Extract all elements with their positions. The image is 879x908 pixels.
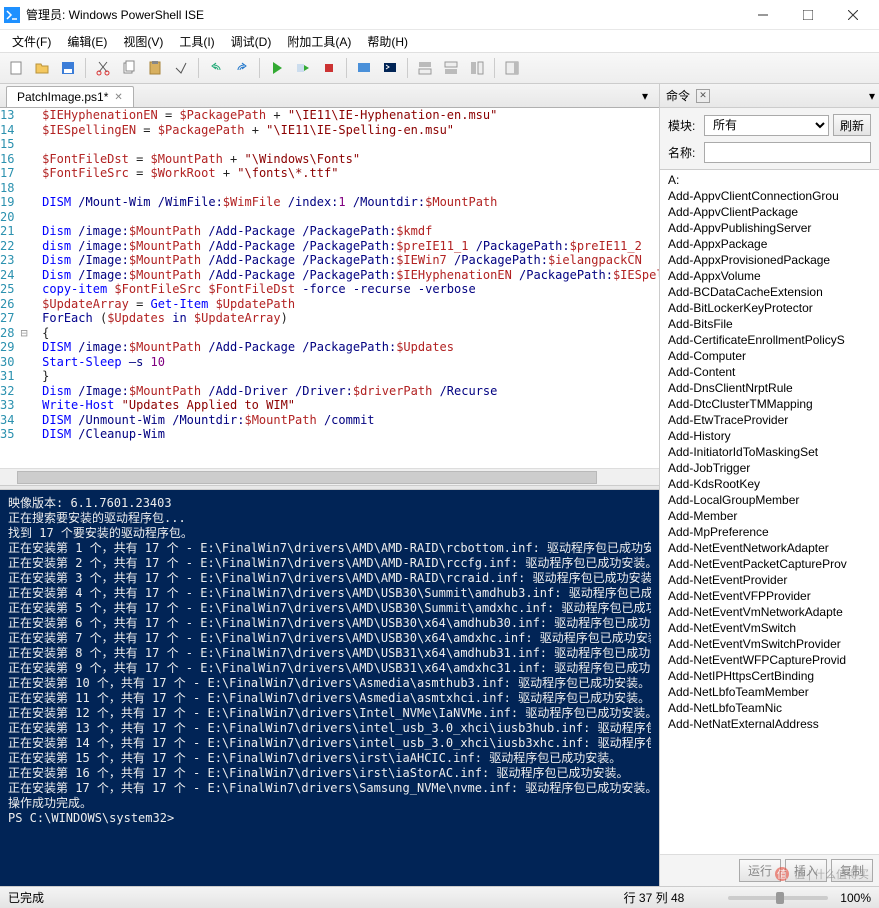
run-selection-icon[interactable] <box>291 56 315 80</box>
command-item[interactable]: Add-NetEventNetworkAdapter <box>660 540 879 556</box>
cut-icon[interactable] <box>91 56 115 80</box>
commands-list[interactable]: A:Add-AppvClientConnectionGrouAdd-AppvCl… <box>660 169 879 854</box>
status-bar: 已完成 行 37 列 48 100% <box>0 886 879 908</box>
toolbar <box>0 52 879 84</box>
tab-dropdown-icon[interactable]: ▾ <box>637 88 653 104</box>
undo-icon[interactable] <box>204 56 228 80</box>
insert-button[interactable]: 插入 <box>785 859 827 882</box>
command-item[interactable]: Add-NetEventWFPCaptureProvid <box>660 652 879 668</box>
commands-pane: 命令 ✕ ▾ 模块: 所有 刷新 名称: A:Add-AppvClientCon… <box>660 84 879 886</box>
command-item[interactable]: Add-InitiatorIdToMaskingSet <box>660 444 879 460</box>
command-item[interactable]: Add-EtwTraceProvider <box>660 412 879 428</box>
show-command-addon-icon[interactable] <box>500 56 524 80</box>
show-console-icon[interactable] <box>439 56 463 80</box>
paste-icon[interactable] <box>143 56 167 80</box>
refresh-button[interactable]: 刷新 <box>833 114 871 136</box>
command-item[interactable]: Add-KdsRootKey <box>660 476 879 492</box>
maximize-button[interactable] <box>785 1 830 29</box>
redo-icon[interactable] <box>230 56 254 80</box>
command-item[interactable]: Add-AppvClientPackage <box>660 204 879 220</box>
commands-dropdown-icon[interactable]: ▾ <box>869 89 875 103</box>
powershell-tab-icon[interactable] <box>378 56 402 80</box>
window-title: 管理员: Windows PowerShell ISE <box>26 6 740 23</box>
menu-debug[interactable]: 调试(D) <box>223 31 280 52</box>
command-item[interactable]: Add-CertificateEnrollmentPolicyS <box>660 332 879 348</box>
stop-icon[interactable] <box>317 56 341 80</box>
editor-hscrollbar[interactable] <box>0 468 659 485</box>
menu-tools[interactable]: 工具(I) <box>171 31 222 52</box>
command-item[interactable]: Add-Computer <box>660 348 879 364</box>
console-pane[interactable]: 映像版本: 6.1.7601.23403正在搜索要安装的驱动程序包...找到 1… <box>0 490 659 886</box>
menu-view[interactable]: 视图(V) <box>115 31 171 52</box>
new-file-icon[interactable] <box>4 56 28 80</box>
open-file-icon[interactable] <box>30 56 54 80</box>
command-item[interactable]: Add-Member <box>660 508 879 524</box>
commands-title: 命令 <box>666 87 690 104</box>
tab-close-icon[interactable]: ✕ <box>114 92 122 103</box>
title-bar: 管理员: Windows PowerShell ISE <box>0 0 879 30</box>
name-input[interactable] <box>704 142 871 163</box>
copy-button[interactable]: 复制 <box>831 859 873 882</box>
command-item[interactable]: Add-JobTrigger <box>660 460 879 476</box>
minimize-button[interactable] <box>740 1 785 29</box>
command-item[interactable]: Add-AppxPackage <box>660 236 879 252</box>
commands-header: 命令 ✕ ▾ <box>660 84 879 108</box>
editor-tabstrip: PatchImage.ps1* ✕ ▾ <box>0 84 659 108</box>
zoom-slider[interactable] <box>728 896 828 900</box>
commands-close-icon[interactable]: ✕ <box>696 89 710 103</box>
editor-column: PatchImage.ps1* ✕ ▾ 13141516171819202122… <box>0 84 660 886</box>
clear-icon[interactable] <box>169 56 193 80</box>
command-item[interactable]: Add-DtcClusterTMMapping <box>660 396 879 412</box>
menu-file[interactable]: 文件(F) <box>4 31 59 52</box>
name-label: 名称: <box>668 144 700 161</box>
menu-addons[interactable]: 附加工具(A) <box>279 31 359 52</box>
command-item[interactable]: Add-NetNatExternalAddress <box>660 716 879 732</box>
command-item[interactable]: Add-NetEventPacketCaptureProv <box>660 556 879 572</box>
editor-tab[interactable]: PatchImage.ps1* ✕ <box>6 86 134 107</box>
run-button[interactable]: 运行 <box>739 859 781 882</box>
save-icon[interactable] <box>56 56 80 80</box>
run-icon[interactable] <box>265 56 289 80</box>
status-position: 行 37 列 48 <box>624 889 685 906</box>
command-item[interactable]: A: <box>660 172 879 188</box>
command-item[interactable]: Add-Content <box>660 364 879 380</box>
app-icon <box>4 7 20 23</box>
copy-icon[interactable] <box>117 56 141 80</box>
command-item[interactable]: Add-History <box>660 428 879 444</box>
command-item[interactable]: Add-NetLbfoTeamMember <box>660 684 879 700</box>
close-button[interactable] <box>830 1 875 29</box>
module-label: 模块: <box>668 117 700 134</box>
module-select[interactable]: 所有 <box>704 115 829 136</box>
menu-bar: 文件(F) 编辑(E) 视图(V) 工具(I) 调试(D) 附加工具(A) 帮助… <box>0 30 879 52</box>
command-item[interactable]: Add-AppxProvisionedPackage <box>660 252 879 268</box>
command-item[interactable]: Add-BitsFile <box>660 316 879 332</box>
command-item[interactable]: Add-BitLockerKeyProtector <box>660 300 879 316</box>
status-ready: 已完成 <box>8 889 44 906</box>
command-item[interactable]: Add-LocalGroupMember <box>660 492 879 508</box>
command-item[interactable]: Add-MpPreference <box>660 524 879 540</box>
show-both-icon[interactable] <box>465 56 489 80</box>
command-item[interactable]: Add-AppxVolume <box>660 268 879 284</box>
new-remote-icon[interactable] <box>352 56 376 80</box>
menu-edit[interactable]: 编辑(E) <box>59 31 115 52</box>
command-item[interactable]: Add-NetIPHttpsCertBinding <box>660 668 879 684</box>
command-item[interactable]: Add-AppvPublishingServer <box>660 220 879 236</box>
command-item[interactable]: Add-AppvClientConnectionGrou <box>660 188 879 204</box>
command-item[interactable]: Add-NetEventVmSwitchProvider <box>660 636 879 652</box>
code-editor[interactable]: 1314151617181920212223242526272829303132… <box>0 108 659 468</box>
command-item[interactable]: Add-NetEventVmNetworkAdapte <box>660 604 879 620</box>
command-item[interactable]: Add-NetLbfoTeamNic <box>660 700 879 716</box>
tab-label: PatchImage.ps1* <box>17 90 108 104</box>
status-zoom: 100% <box>840 891 871 905</box>
menu-help[interactable]: 帮助(H) <box>359 31 416 52</box>
command-item[interactable]: Add-DnsClientNrptRule <box>660 380 879 396</box>
show-script-icon[interactable] <box>413 56 437 80</box>
command-item[interactable]: Add-NetEventProvider <box>660 572 879 588</box>
command-item[interactable]: Add-BCDataCacheExtension <box>660 284 879 300</box>
command-item[interactable]: Add-NetEventVFPProvider <box>660 588 879 604</box>
command-item[interactable]: Add-NetEventVmSwitch <box>660 620 879 636</box>
